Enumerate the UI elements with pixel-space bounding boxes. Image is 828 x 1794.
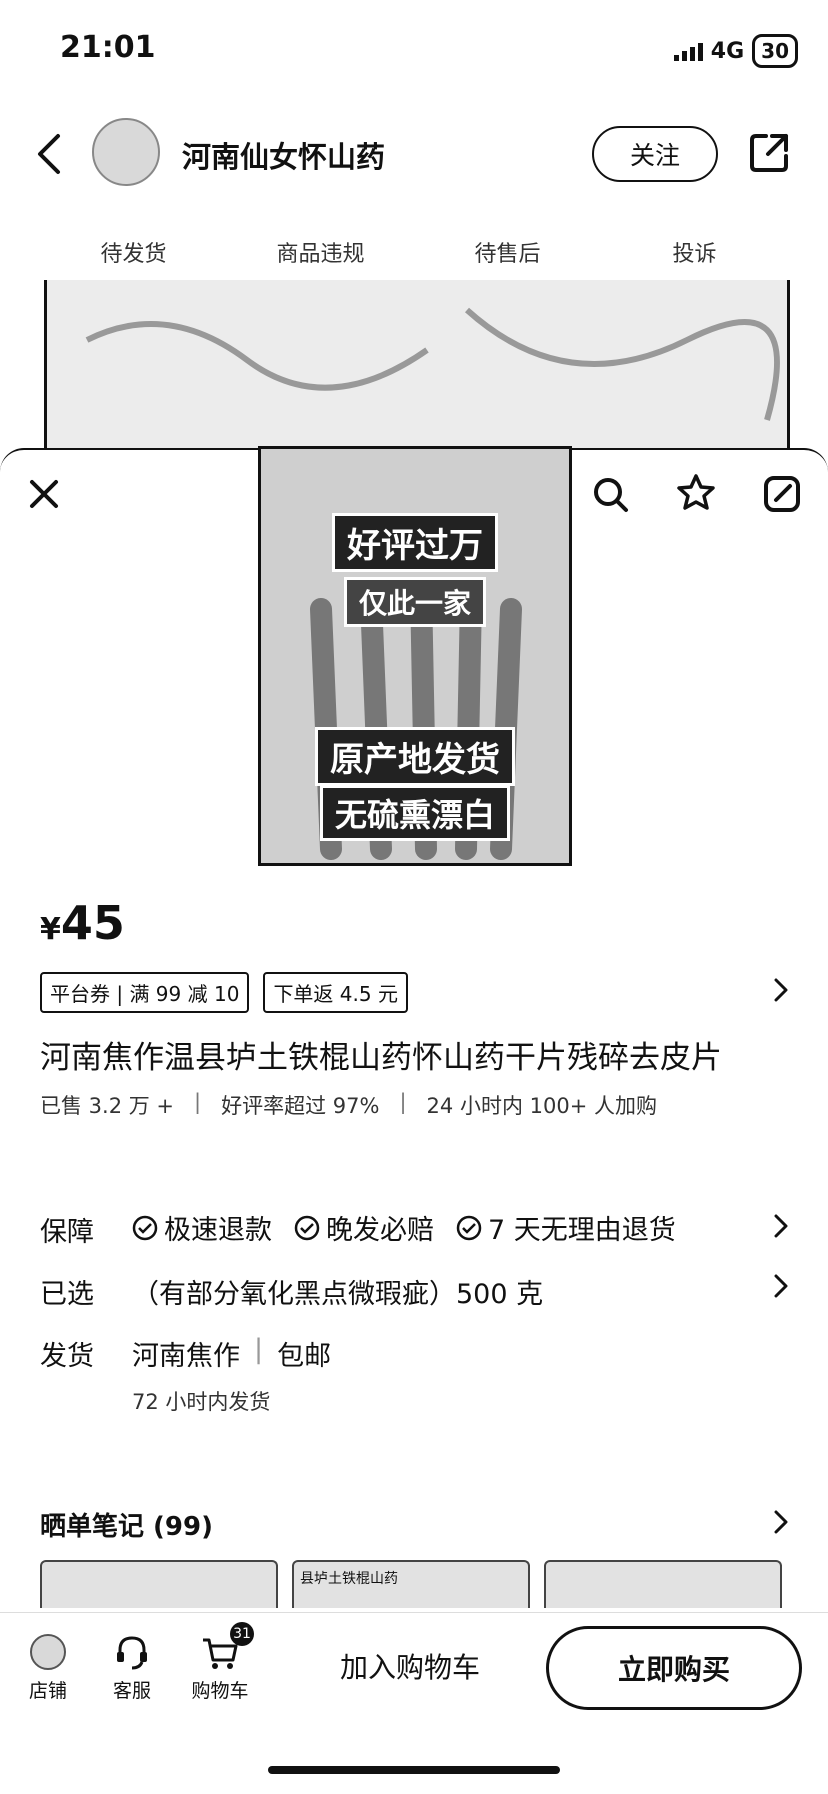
background-banner-image [44,280,790,450]
stat-violations[interactable]: 商品违规 [246,236,396,268]
shipping-fee: 包邮 [277,1341,332,1372]
coupon-list: 平台券 | 满 99 减 10 下单返 4.5 元 [40,972,408,1013]
shop-tab[interactable]: 店铺 [8,1632,88,1703]
review-thumbnail[interactable]: 县垆土铁棍山药 [292,1560,530,1608]
chevron-right-icon[interactable] [774,978,788,1002]
review-thumbnail[interactable] [40,1560,278,1608]
sales-info: 已售 3.2 万 + | 好评率超过 97% | 24 小时内 100+ 人加购 [40,1090,657,1118]
close-icon[interactable] [24,474,64,514]
share-icon[interactable] [748,132,790,174]
shop-avatar-icon [28,1632,68,1672]
image-tag: 无硫熏漂白 [319,785,511,841]
stat-complaints[interactable]: 投诉 [620,236,770,268]
guarantee-list[interactable]: 极速退款 晚发必赔 7 天无理由退货 [132,1208,676,1247]
image-tag: 好评过万 [332,513,498,572]
price-value: 45 [60,896,125,950]
shipping-origin: 河南焦作 [132,1341,240,1372]
shop-avatar[interactable] [92,118,160,186]
product-title: 河南焦作温县垆土铁棍山药怀山药干片残碎去皮片 [40,1040,722,1076]
cart-tab-label: 购物车 [191,1680,249,1702]
favorite-star-icon[interactable] [676,472,716,512]
chevron-right-icon[interactable] [774,1510,788,1534]
edit-share-icon[interactable] [762,474,802,514]
buy-now-button[interactable]: 立即购买 [546,1626,802,1710]
check-circle-icon [294,1215,320,1240]
back-icon[interactable] [32,132,68,176]
shipping-label: 发货 [40,1341,94,1372]
stat-after-sales[interactable]: 待售后 [433,236,583,268]
rating-rate: 好评率超过 97% [221,1094,380,1118]
status-time: 21:01 [60,30,156,65]
shipping-time: 72 小时内发货 [132,1390,271,1414]
shop-name[interactable]: 河南仙女怀山药 [182,134,385,176]
selected-label: 已选 [40,1279,94,1310]
guarantee-text: 极速退款 [164,1215,272,1246]
battery-icon: 30 [752,34,798,68]
service-tab-label: 客服 [112,1680,151,1702]
shipping-info: 河南焦作 | 包邮 [132,1334,332,1372]
chevron-right-icon[interactable] [774,1274,788,1298]
status-indicators: 4G 30 [673,34,798,68]
search-icon[interactable] [590,474,630,514]
sold-count: 已售 3.2 万 + [40,1094,175,1118]
review-thumbnail[interactable] [544,1560,782,1608]
check-circle-icon [132,1215,158,1240]
guarantee-item: 晚发必赔 [294,1208,434,1247]
guarantee-text: 晚发必赔 [326,1215,434,1246]
image-tag: 仅此一家 [343,577,487,627]
thumbnail-caption: 县垆土铁棍山药 [300,1571,398,1587]
review-thumbnails: 县垆土铁棍山药 [40,1560,782,1608]
image-tag: 原产地发货 [315,727,515,786]
add-to-cart-button[interactable]: 加入购物车 [300,1628,520,1704]
cart-tab[interactable]: 31 购物车 [180,1622,260,1703]
follow-button[interactable]: 关注 [592,126,718,182]
selected-variant[interactable]: （有部分氧化黑点微瑕疵）500 克 [132,1272,543,1311]
guarantee-item: 极速退款 [132,1208,272,1247]
coupon-badge[interactable]: 平台券 | 满 99 减 10 [40,972,250,1013]
guarantee-text: 7 天无理由退货 [488,1215,676,1246]
signal-icon [673,41,703,61]
shop-stats: 待发货 商品违规 待售后 投诉 [40,236,788,268]
headset-icon [112,1632,152,1672]
shop-tab-label: 店铺 [28,1680,67,1702]
product-main-image[interactable]: 好评过万 仅此一家 原产地发货 无硫熏漂白 [258,446,572,866]
review-notes-title[interactable]: 晒单笔记 (99) [40,1506,213,1543]
stat-pending-shipment[interactable]: 待发货 [59,236,209,268]
guarantee-label: 保障 [40,1217,94,1248]
network-label: 4G [710,38,745,64]
home-indicator [268,1766,560,1774]
chevron-right-icon[interactable] [774,1214,788,1238]
cart-count-badge: 31 [230,1622,254,1646]
currency-symbol: ¥ [40,912,61,947]
cart-icon: 31 [200,1622,254,1672]
recent-adds: 24 小时内 100+ 人加购 [426,1094,657,1118]
customer-service-tab[interactable]: 客服 [92,1632,172,1703]
guarantee-item: 7 天无理由退货 [456,1208,676,1247]
check-circle-icon [456,1215,482,1240]
product-price: ¥45 [40,896,125,950]
coupon-badge[interactable]: 下单返 4.5 元 [263,972,408,1013]
